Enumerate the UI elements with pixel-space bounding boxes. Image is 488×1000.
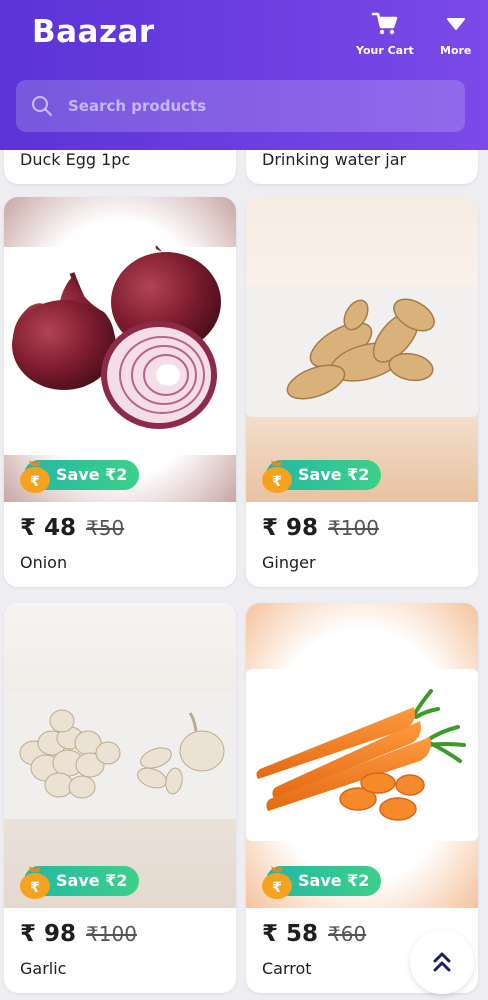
cart-icon (371, 12, 398, 35)
price-row: ₹ 58 ₹60 (262, 921, 366, 947)
rupee-coin-icon: ₹ (20, 460, 50, 493)
original-price: ₹100 (86, 922, 137, 946)
product-name: Ginger (262, 553, 316, 572)
rupee-coin-icon: ₹ (20, 866, 50, 899)
price: ₹ 98 (262, 515, 319, 541)
svg-text:₹: ₹ (272, 474, 282, 490)
product-name: Onion (20, 553, 68, 572)
scroll-to-top-button[interactable] (410, 930, 474, 994)
more-button[interactable]: More (440, 10, 471, 57)
product-name: Garlic (20, 959, 67, 978)
save-badge: ₹ Save ₹2 (18, 866, 140, 899)
product-card-onion[interactable]: ₹ Save ₹2 ₹ 48 ₹50 Onion (4, 197, 236, 587)
original-price: ₹60 (328, 922, 367, 946)
product-name: Duck Egg 1pc (20, 150, 131, 169)
cart-label: Your Cart (356, 44, 414, 57)
save-badge: ₹ Save ₹2 (260, 460, 382, 493)
product-name: Drinking water jar (262, 150, 407, 169)
original-price: ₹50 (86, 516, 125, 540)
price: ₹ 98 (20, 921, 77, 947)
save-badge: ₹ Save ₹2 (18, 460, 140, 493)
more-label: More (440, 44, 472, 57)
price-row: ₹ 48 ₹50 (20, 515, 124, 541)
search-input[interactable] (66, 96, 450, 116)
app-logo[interactable]: Baazar (32, 14, 155, 50)
cart-button[interactable]: Your Cart (356, 10, 414, 57)
svg-text:₹: ₹ (30, 880, 40, 896)
chevron-down-icon (446, 18, 465, 30)
save-badge: ₹ Save ₹2 (260, 866, 382, 899)
price: ₹ 48 (20, 515, 77, 541)
search-icon (32, 96, 52, 116)
svg-text:₹: ₹ (30, 474, 40, 490)
original-price: ₹100 (328, 516, 379, 540)
price-row: ₹ 98 ₹100 (20, 921, 137, 947)
rupee-coin-icon: ₹ (262, 866, 292, 899)
search-bar[interactable] (16, 80, 465, 132)
product-name: Carrot (262, 959, 312, 978)
price-row: ₹ 98 ₹100 (262, 515, 379, 541)
svg-text:₹: ₹ (272, 880, 282, 896)
double-chevron-up-icon (433, 952, 451, 972)
product-card-ginger[interactable]: ₹ Save ₹2 ₹ 98 ₹100 Ginger (246, 197, 478, 587)
app-header: Baazar Your Cart More (0, 0, 488, 150)
rupee-coin-icon: ₹ (262, 460, 292, 493)
product-card-garlic[interactable]: ₹ Save ₹2 ₹ 98 ₹100 Garlic (4, 603, 236, 993)
price: ₹ 58 (262, 921, 319, 947)
